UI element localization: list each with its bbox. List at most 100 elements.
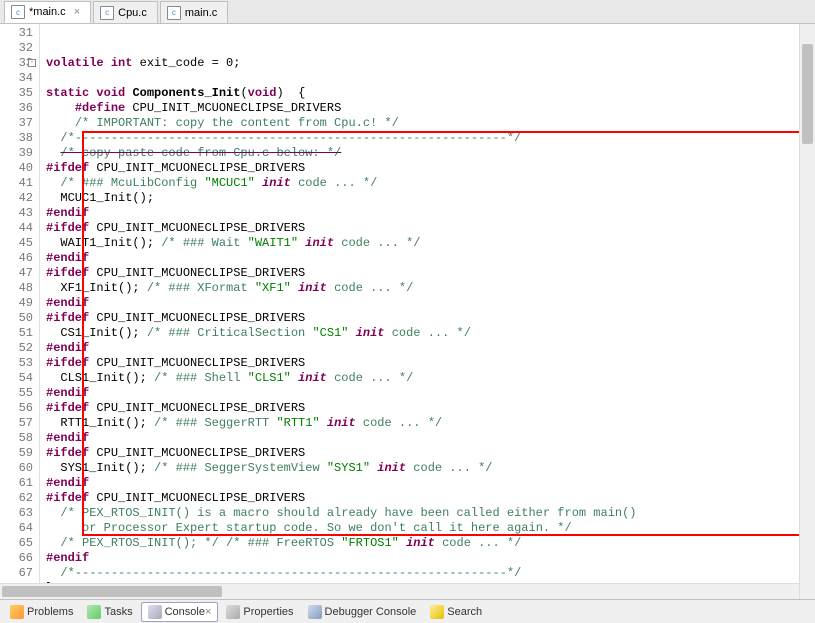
code-line[interactable]: /* copy paste code from Cpu.c below: */ xyxy=(46,146,815,161)
code-line[interactable]: #endif xyxy=(46,251,815,266)
line-number: 46 xyxy=(2,251,33,266)
tab-label: main.c xyxy=(185,7,217,19)
line-number: 65 xyxy=(2,536,33,551)
line-number: 64 xyxy=(2,521,33,536)
line-number: 31 xyxy=(2,26,33,41)
line-number: 35 xyxy=(2,86,33,101)
view-tab-properties[interactable]: Properties xyxy=(220,603,299,621)
scroll-thumb[interactable] xyxy=(802,44,813,144)
line-number: 50 xyxy=(2,311,33,326)
problems-icon xyxy=(10,605,24,619)
view-tab-label: Search xyxy=(447,606,482,618)
line-number: 33- xyxy=(2,56,33,71)
console-icon xyxy=(148,605,162,619)
code-line[interactable]: #ifdef CPU_INIT_MCUONECLIPSE_DRIVERS xyxy=(46,221,815,236)
code-line[interactable]: static void Components_Init(void) { xyxy=(46,86,815,101)
code-line[interactable]: #ifdef CPU_INIT_MCUONECLIPSE_DRIVERS xyxy=(46,266,815,281)
line-number: 40 xyxy=(2,161,33,176)
code-editor[interactable]: 313233-343536373839404142434445464748495… xyxy=(0,24,815,599)
scroll-thumb[interactable] xyxy=(2,586,222,597)
line-number: 56 xyxy=(2,401,33,416)
line-number: 45 xyxy=(2,236,33,251)
line-number: 53 xyxy=(2,356,33,371)
code-line[interactable]: CS1_Init(); /* ### CriticalSection "CS1"… xyxy=(46,326,815,341)
code-line[interactable]: #ifdef CPU_INIT_MCUONECLIPSE_DRIVERS xyxy=(46,161,815,176)
line-number: 51 xyxy=(2,326,33,341)
tab-main-c-dirty[interactable]: c *main.c × xyxy=(4,1,91,23)
code-line[interactable]: /*--------------------------------------… xyxy=(46,566,815,581)
line-number: 41 xyxy=(2,176,33,191)
code-line[interactable]: RTT1_Init(); /* ### SeggerRTT "RTT1" ini… xyxy=(46,416,815,431)
horizontal-scrollbar[interactable] xyxy=(0,583,799,599)
tab-label: *main.c xyxy=(29,6,66,18)
code-line[interactable]: /* ### McuLibConfig "MCUC1" init code ..… xyxy=(46,176,815,191)
code-line[interactable]: #ifdef CPU_INIT_MCUONECLIPSE_DRIVERS xyxy=(46,401,815,416)
code-line[interactable] xyxy=(46,71,815,86)
c-file-icon: c xyxy=(11,5,25,19)
code-line[interactable]: #ifdef CPU_INIT_MCUONECLIPSE_DRIVERS xyxy=(46,356,815,371)
code-line[interactable]: #define CPU_INIT_MCUONECLIPSE_DRIVERS xyxy=(46,101,815,116)
tab-label: Cpu.c xyxy=(118,7,147,19)
code-line[interactable]: #ifdef CPU_INIT_MCUONECLIPSE_DRIVERS xyxy=(46,311,815,326)
editor-tab-bar: c *main.c × c Cpu.c c main.c xyxy=(0,0,815,24)
tasks-icon xyxy=(87,605,101,619)
code-line[interactable]: SYS1_Init(); /* ### SeggerSystemView "SY… xyxy=(46,461,815,476)
fold-toggle-icon[interactable]: - xyxy=(28,59,36,67)
view-tab-debugger-console[interactable]: Debugger Console xyxy=(302,603,423,621)
tab-main-c[interactable]: c main.c xyxy=(160,1,228,23)
view-tab-search[interactable]: Search xyxy=(424,603,488,621)
code-body[interactable]: volatile int exit_code = 0; static void C… xyxy=(40,24,815,599)
line-number: 59 xyxy=(2,446,33,461)
view-tab-label: Tasks xyxy=(104,606,132,618)
code-line[interactable]: /*--------------------------------------… xyxy=(46,131,815,146)
code-line[interactable]: #ifdef CPU_INIT_MCUONECLIPSE_DRIVERS xyxy=(46,446,815,461)
view-tab-label: Properties xyxy=(243,606,293,618)
line-number: 43 xyxy=(2,206,33,221)
line-number: 61 xyxy=(2,476,33,491)
code-line[interactable]: WAIT1_Init(); /* ### Wait "WAIT1" init c… xyxy=(46,236,815,251)
properties-icon xyxy=(226,605,240,619)
code-line[interactable]: #endif xyxy=(46,296,815,311)
c-file-icon: c xyxy=(100,6,114,20)
line-number: 63 xyxy=(2,506,33,521)
tab-cpu-c[interactable]: c Cpu.c xyxy=(93,1,158,23)
line-number-gutter: 313233-343536373839404142434445464748495… xyxy=(0,24,40,599)
code-line[interactable]: or Processor Expert startup code. So we … xyxy=(46,521,815,536)
code-line[interactable]: /* PEX_RTOS_INIT() is a macro should alr… xyxy=(46,506,815,521)
line-number: 32 xyxy=(2,41,33,56)
search-icon xyxy=(430,605,444,619)
code-line[interactable]: #endif xyxy=(46,551,815,566)
line-number: 66 xyxy=(2,551,33,566)
code-line[interactable]: #endif xyxy=(46,341,815,356)
bottom-views-bar: Problems Tasks Console × Properties Debugger… xyxy=(0,599,815,623)
line-number: 44 xyxy=(2,221,33,236)
line-number: 57 xyxy=(2,416,33,431)
vertical-scrollbar[interactable] xyxy=(799,24,815,599)
line-number: 47 xyxy=(2,266,33,281)
line-number: 60 xyxy=(2,461,33,476)
view-tab-problems[interactable]: Problems xyxy=(4,603,79,621)
code-line[interactable]: XF1_Init(); /* ### XFormat "XF1" init co… xyxy=(46,281,815,296)
line-number: 38 xyxy=(2,131,33,146)
code-line[interactable]: #endif xyxy=(46,476,815,491)
close-icon[interactable]: × xyxy=(74,6,80,18)
line-number: 52 xyxy=(2,341,33,356)
view-tab-label: Problems xyxy=(27,606,73,618)
code-line[interactable]: #ifdef CPU_INIT_MCUONECLIPSE_DRIVERS xyxy=(46,491,815,506)
close-icon[interactable]: × xyxy=(205,606,211,618)
line-number: 34 xyxy=(2,71,33,86)
code-line[interactable]: #endif xyxy=(46,431,815,446)
line-number: 36 xyxy=(2,101,33,116)
code-line[interactable]: #endif xyxy=(46,386,815,401)
code-line[interactable]: MCUC1_Init(); xyxy=(46,191,815,206)
code-line[interactable]: /* IMPORTANT: copy the content from Cpu.… xyxy=(46,116,815,131)
code-line[interactable]: /* PEX_RTOS_INIT(); */ /* ### FreeRTOS "… xyxy=(46,536,815,551)
line-number: 55 xyxy=(2,386,33,401)
view-tab-tasks[interactable]: Tasks xyxy=(81,603,138,621)
code-line[interactable]: CLS1_Init(); /* ### Shell "CLS1" init co… xyxy=(46,371,815,386)
line-number: 39 xyxy=(2,146,33,161)
code-line[interactable]: #endif xyxy=(46,206,815,221)
code-line[interactable]: volatile int exit_code = 0; xyxy=(46,56,815,71)
view-tab-console[interactable]: Console × xyxy=(141,602,219,622)
line-number: 54 xyxy=(2,371,33,386)
